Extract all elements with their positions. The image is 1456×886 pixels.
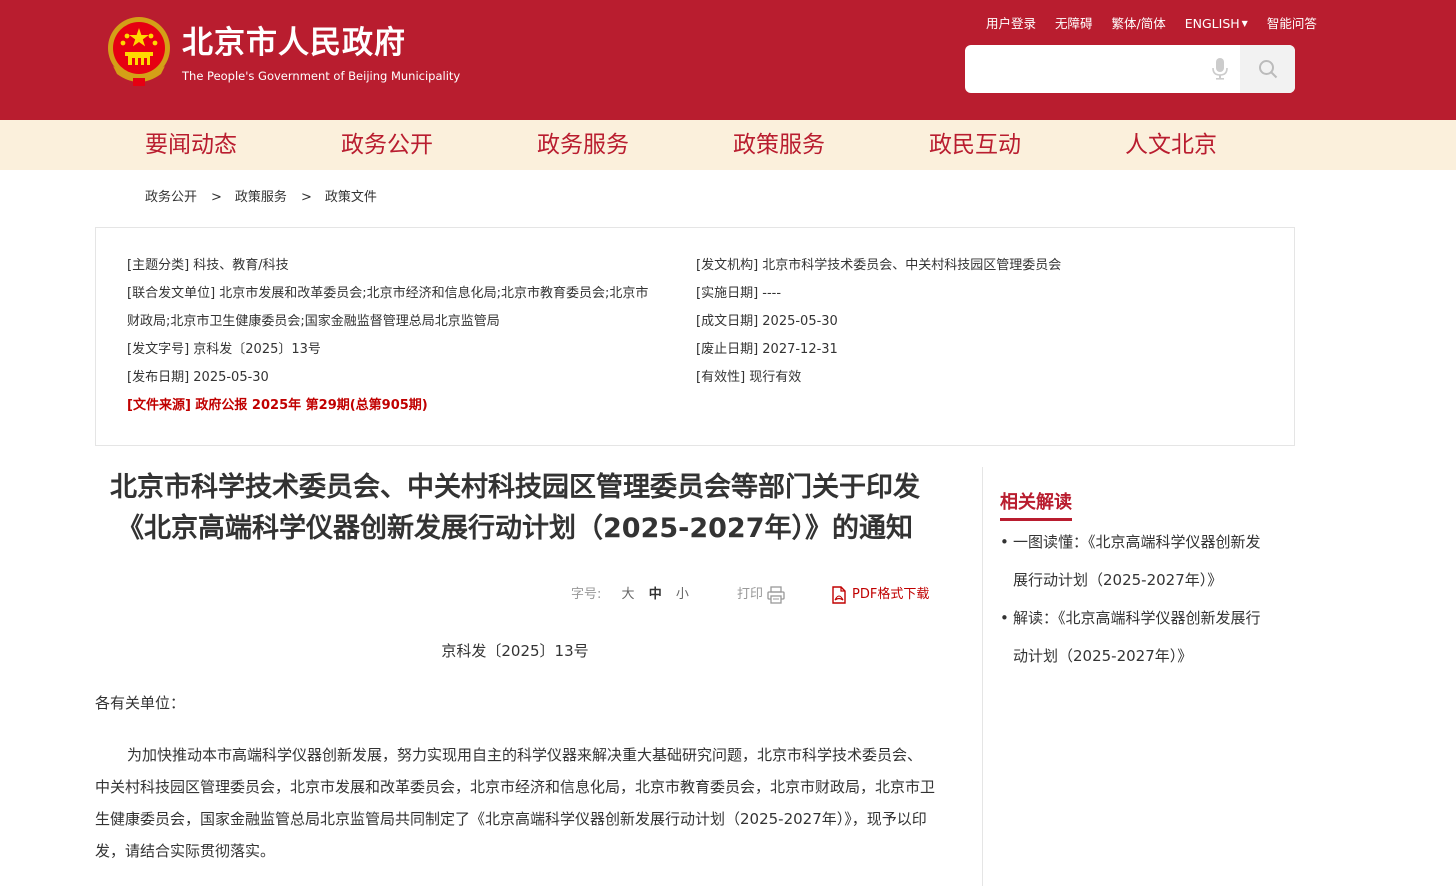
meta-written-date: [成文日期] 2025-05-30 xyxy=(696,314,838,329)
nav-item-gov-services[interactable]: 政务服务 xyxy=(537,129,629,161)
meta-publish-date: [发布日期] 2025-05-30 xyxy=(127,370,269,385)
meta-validity: [有效性] 现行有效 xyxy=(696,370,802,385)
site-title[interactable]: 北京市人民政府 xyxy=(182,24,406,62)
article-doc-number: 京科发〔2025〕13号 xyxy=(441,642,589,660)
national-emblem-icon[interactable] xyxy=(105,16,173,88)
nav-item-policy-services[interactable]: 政策服务 xyxy=(733,129,825,161)
site-header: 北京市人民政府 The People's Government of Beiji… xyxy=(0,0,1456,120)
article-title-line: 北京市科学技术委员会、中关村科技园区管理委员会等部门关于印发 xyxy=(110,472,920,503)
login-link[interactable]: 用户登录 xyxy=(986,15,1036,33)
pdf-icon xyxy=(832,586,846,604)
article-title: 北京市科学技术委员会、中关村科技园区管理委员会等部门关于印发 《北京高端科学仪器… xyxy=(95,467,935,549)
article-title-line: 《北京高端科学仪器创新发展行动计划（2025-2027年）》的通知 xyxy=(117,513,913,544)
microphone-icon[interactable] xyxy=(1212,58,1228,80)
article-salutation: 各有关单位： xyxy=(95,694,186,712)
breadcrumb-separator: > xyxy=(211,190,222,205)
related-interpretation-heading: 相关解读 xyxy=(1000,492,1072,513)
font-size-controls: 字号: 大 中 小 xyxy=(571,585,689,605)
breadcrumb: 政务公开 > 政策服务 > 政策文件 xyxy=(145,189,377,207)
nav-item-news[interactable]: 要闻动态 xyxy=(145,129,237,161)
caret-down-icon: ▼ xyxy=(1241,19,1248,28)
related-item-text: 解读：《北京高端科学仪器创新发展行 xyxy=(1013,609,1261,627)
print-button[interactable]: 打印 xyxy=(737,585,785,605)
related-item: • 解读：《北京高端科学仪器创新发展行 动计划（2025-2027年）》 xyxy=(1000,599,1295,675)
pdf-download-link[interactable]: PDF格式下载 xyxy=(831,585,929,605)
related-item-text: 展行动计划（2025-2027年）》 xyxy=(1013,571,1223,589)
smart-qa-link[interactable]: 智能问答 xyxy=(1267,15,1317,33)
main-nav: 要闻动态 政务公开 政务服务 政策服务 政民互动 人文北京 xyxy=(0,120,1456,170)
meta-doc-number: [发文字号] 京科发〔2025〕13号 xyxy=(127,342,321,357)
font-size-small-button[interactable]: 小 xyxy=(676,587,689,602)
font-size-label: 字号: xyxy=(571,587,602,602)
print-label: 打印 xyxy=(737,587,764,602)
search-input[interactable] xyxy=(965,45,1205,93)
meta-issuer: [发文机构] 北京市科学技术委员会、中关村科技园区管理委员会 xyxy=(696,258,1062,273)
nav-item-culture[interactable]: 人文北京 xyxy=(1125,129,1217,161)
font-size-medium-button[interactable]: 中 xyxy=(649,587,662,602)
related-item: • 一图读懂：《北京高端科学仪器创新发 展行动计划（2025-2027年）》 xyxy=(1000,523,1295,599)
nav-item-interaction[interactable]: 政民互动 xyxy=(929,129,1021,161)
font-size-large-button[interactable]: 大 xyxy=(622,587,635,602)
meta-expiry-date: [废止日期] 2027-12-31 xyxy=(696,342,838,357)
site-subtitle: The People's Government of Beijing Munic… xyxy=(182,69,461,83)
breadcrumb-item-gov-affairs[interactable]: 政务公开 xyxy=(145,190,197,205)
english-link[interactable]: ENGLISH ▼ xyxy=(1185,15,1248,33)
bullet-icon: • xyxy=(1000,609,1009,627)
related-item-link[interactable]: 解读：《北京高端科学仪器创新发展行 动计划（2025-2027年）》 xyxy=(1000,599,1295,675)
article-paragraph: 为加快推动本市高端科学仪器创新发展，努力实现用自主的科学仪器来解决重大基础研究问… xyxy=(95,746,936,860)
related-item-link[interactable]: 一图读懂：《北京高端科学仪器创新发 展行动计划（2025-2027年）》 xyxy=(1000,523,1295,599)
top-links: 用户登录 无障碍 繁体/简体 ENGLISH ▼ 智能问答 xyxy=(986,15,1317,33)
meta-implement-date: [实施日期] ---- xyxy=(696,286,782,301)
nav-item-gov-affairs[interactable]: 政务公开 xyxy=(341,129,433,161)
meta-joint-issuers: [联合发文单位] 北京市发展和改革委员会;北京市经济和信息化局;北京市教育委员会… xyxy=(127,286,649,301)
traditional-simplified-link[interactable]: 繁体/简体 xyxy=(1112,15,1166,33)
related-item-text: 动计划（2025-2027年）》 xyxy=(1013,647,1193,665)
printer-icon xyxy=(767,586,785,604)
search-button[interactable] xyxy=(1240,45,1295,93)
meta-joint-issuers-cont: 财政局;北京市卫生健康委员会;国家金融监督管理总局北京监管局 xyxy=(127,314,500,329)
heading-underline xyxy=(1000,518,1072,521)
english-label: ENGLISH xyxy=(1184,16,1240,31)
meta-source[interactable]: [文件来源] 政府公报 2025年 第29期(总第905期) xyxy=(127,397,428,415)
meta-subject: [主题分类] 科技、教育/科技 xyxy=(127,258,289,273)
search-icon xyxy=(1258,60,1277,79)
pdf-download-label: PDF格式下载 xyxy=(852,587,930,602)
breadcrumb-item-policy-services[interactable]: 政策服务 xyxy=(235,190,287,205)
search-box xyxy=(965,45,1295,93)
related-item-text: 一图读懂：《北京高端科学仪器创新发 xyxy=(1013,533,1261,551)
breadcrumb-separator: > xyxy=(300,190,312,205)
accessibility-link[interactable]: 无障碍 xyxy=(1055,15,1093,33)
sidebar-divider xyxy=(982,467,983,886)
breadcrumb-item-policy-docs[interactable]: 政策文件 xyxy=(325,190,377,205)
bullet-icon: • xyxy=(1000,533,1009,551)
